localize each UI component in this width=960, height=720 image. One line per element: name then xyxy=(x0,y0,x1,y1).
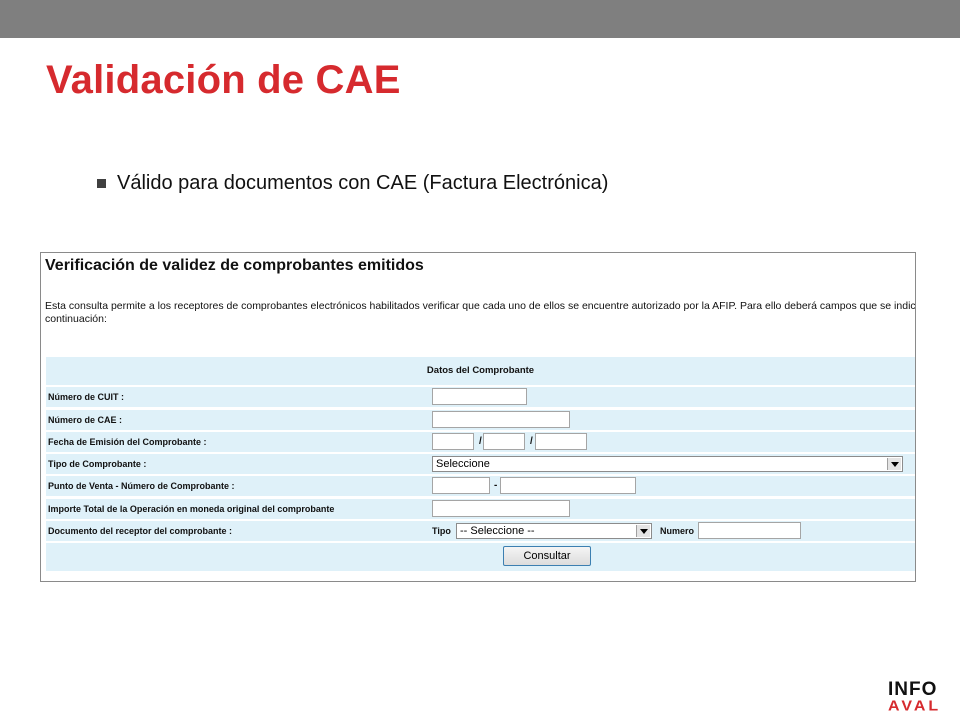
tipo-selected-value: Seleccione xyxy=(436,458,490,471)
submit-row: Consultar xyxy=(46,543,915,572)
cuit-input[interactable] xyxy=(432,388,527,406)
punto-separator: - xyxy=(494,480,498,492)
doc-numero-label: Numero xyxy=(660,526,695,537)
dropdown-arrow-icon xyxy=(887,458,901,471)
form-header: Datos del Comprobante xyxy=(426,365,535,376)
cae-row: Número de CAE : xyxy=(46,409,915,430)
numero-comprobante-input[interactable] xyxy=(500,477,636,495)
fecha-month-input[interactable] xyxy=(483,432,525,450)
tipo-comprobante-select[interactable]: Seleccione xyxy=(432,456,903,473)
form-header-row: Datos del Comprobante xyxy=(46,357,915,385)
fecha-row: Fecha de Emisión del Comprobante : / / xyxy=(46,431,915,452)
doc-tipo-select[interactable]: -- Seleccione -- xyxy=(456,523,652,540)
tipo-row: Tipo de Comprobante : Seleccione xyxy=(46,454,915,475)
importe-row: Importe Total de la Operación en moneda … xyxy=(46,498,915,519)
logo-top-text: INFO xyxy=(888,679,938,700)
top-bar xyxy=(0,0,960,38)
bullet-text: Válido para documentos con CAE (Factura … xyxy=(117,172,609,194)
tipo-label: Tipo de Comprobante : xyxy=(46,454,431,475)
square-bullet-icon xyxy=(97,179,106,188)
slide-title: Validación de CAE xyxy=(46,58,401,102)
embedded-screenshot: Verificación de validez de comprobantes … xyxy=(40,252,916,582)
infoaval-logo: INFO AVAL xyxy=(888,680,958,715)
fecha-label: Fecha de Emisión del Comprobante : xyxy=(46,431,431,452)
cuit-row: Número de CUIT : xyxy=(46,387,915,408)
form-description: Esta consulta permite a los receptores d… xyxy=(45,300,916,325)
cae-label: Número de CAE : xyxy=(46,409,431,430)
punto-venta-row: Punto de Venta - Número de Comprobante :… xyxy=(46,476,915,497)
punto-venta-label: Punto de Venta - Número de Comprobante : xyxy=(46,476,431,497)
fecha-year-input[interactable] xyxy=(535,432,587,450)
importe-label: Importe Total de la Operación en moneda … xyxy=(46,498,431,519)
doc-tipo-label: Tipo xyxy=(432,526,451,537)
doc-tipo-selected-value: -- Seleccione -- xyxy=(460,525,535,538)
punto-venta-input[interactable] xyxy=(432,477,490,495)
documento-label: Documento del receptor del comprobante : xyxy=(46,521,431,542)
verification-form: Datos del Comprobante Número de CUIT : N… xyxy=(46,357,915,574)
fecha-separator: / xyxy=(530,435,533,447)
cae-input[interactable] xyxy=(432,410,570,428)
bullet-item: Válido para documentos con CAE (Factura … xyxy=(97,172,608,195)
consultar-button[interactable]: Consultar xyxy=(503,546,591,567)
form-page-heading: Verificación de validez de comprobantes … xyxy=(45,257,424,274)
fecha-day-input[interactable] xyxy=(432,432,474,450)
fecha-separator: / xyxy=(479,435,482,447)
doc-numero-input[interactable] xyxy=(698,522,801,540)
logo-bottom-text: AVAL xyxy=(888,698,942,715)
importe-input[interactable] xyxy=(432,499,570,517)
cuit-label: Número de CUIT : xyxy=(46,387,431,408)
dropdown-arrow-icon xyxy=(636,525,650,538)
documento-row: Documento del receptor del comprobante :… xyxy=(46,521,915,542)
